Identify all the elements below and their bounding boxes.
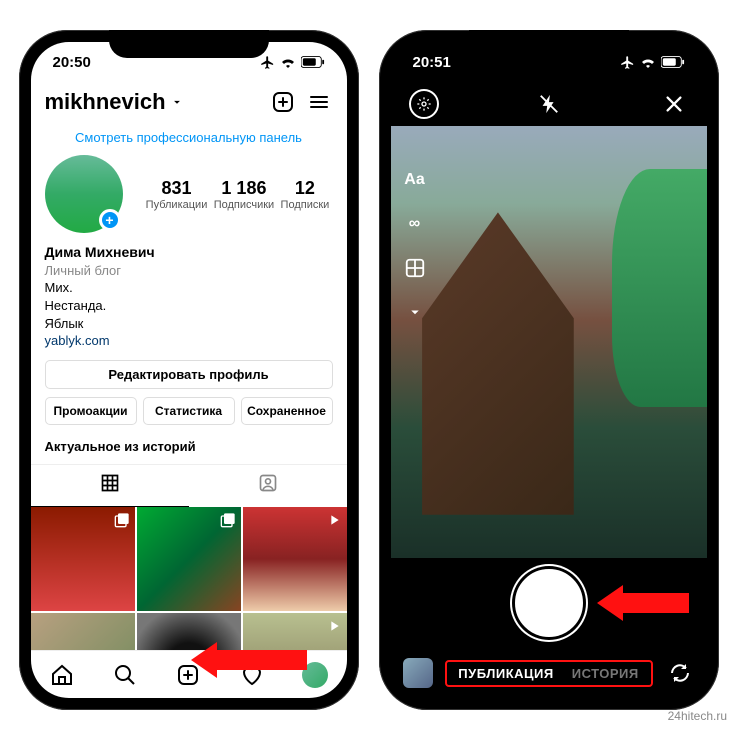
arrow-annotation <box>191 642 307 678</box>
wifi-icon <box>280 56 296 68</box>
posts-grid <box>31 507 347 650</box>
mode-selector[interactable]: ПУБЛИКАЦИЯ ИСТОРИЯ <box>445 660 653 687</box>
battery-icon <box>301 56 325 68</box>
carousel-icon <box>114 512 130 533</box>
airplane-icon <box>260 55 275 70</box>
stat-following-count: 12 <box>281 178 330 199</box>
battery-icon <box>661 56 685 68</box>
promotions-button[interactable]: Промоакции <box>45 397 137 425</box>
flash-off-icon <box>538 93 560 115</box>
flip-camera-icon <box>668 661 692 685</box>
stat-following[interactable]: 12 Подписки <box>281 178 330 211</box>
display-name: Дима Михневич <box>45 243 333 262</box>
stat-following-label: Подписки <box>281 199 330 211</box>
stat-followers[interactable]: 1 186 Подписчики <box>214 178 275 211</box>
more-tools[interactable] <box>401 298 429 326</box>
stat-posts-count: 831 <box>146 178 208 199</box>
status-icons <box>620 55 685 70</box>
text-tool[interactable]: Aa <box>401 166 429 194</box>
username-text: mikhnevich <box>45 89 166 115</box>
shutter-row <box>391 558 707 648</box>
bio-line: Мих. <box>45 279 333 297</box>
stat-posts-label: Публикации <box>146 199 208 211</box>
stat-posts[interactable]: 831 Публикации <box>146 178 208 211</box>
tab-grid[interactable] <box>31 465 189 507</box>
tab-tagged[interactable] <box>189 465 347 507</box>
video-icon <box>326 618 342 639</box>
layout-icon <box>404 257 426 279</box>
bio-line: Яблык <box>45 315 333 333</box>
profile-tabs <box>31 464 347 507</box>
post-thumbnail[interactable] <box>243 507 347 611</box>
video-icon <box>326 512 342 533</box>
airplane-icon <box>620 55 635 70</box>
camera-tools: Aa ∞ <box>401 166 429 326</box>
bio-link[interactable]: yablyk.com <box>45 332 333 350</box>
close-icon <box>663 93 685 115</box>
insights-button[interactable]: Статистика <box>143 397 235 425</box>
edit-profile-button[interactable]: Редактировать профиль <box>45 360 333 389</box>
bio-line: Нестанда. <box>45 297 333 315</box>
grid-icon <box>100 473 120 493</box>
notch <box>109 30 269 58</box>
watermark: 24hitech.ru <box>668 709 727 723</box>
search-icon <box>113 663 137 687</box>
status-icons <box>260 55 325 70</box>
bio-block: Дима Михневич Личный блог Мих. Нестанда.… <box>31 243 347 360</box>
mode-story[interactable]: ИСТОРИЯ <box>572 666 639 681</box>
wifi-icon <box>640 56 656 68</box>
notch <box>469 30 629 58</box>
saved-button[interactable]: Сохраненное <box>241 397 333 425</box>
stat-followers-count: 1 186 <box>214 178 275 199</box>
gallery-thumbnail[interactable] <box>403 658 433 688</box>
nav-search[interactable] <box>112 662 138 688</box>
menu-button[interactable] <box>305 88 333 116</box>
flash-button[interactable] <box>534 89 564 119</box>
settings-button[interactable] <box>409 89 439 119</box>
pro-panel-link[interactable]: Смотреть профессиональную панель <box>31 124 347 155</box>
flip-camera-button[interactable] <box>665 658 695 688</box>
stat-followers-label: Подписчики <box>214 199 275 211</box>
hamburger-icon <box>307 90 331 114</box>
close-button[interactable] <box>659 89 689 119</box>
phone-right: 20:51 <box>379 30 719 710</box>
post-thumbnail[interactable] <box>137 507 241 611</box>
carousel-icon <box>220 512 236 533</box>
nav-home[interactable] <box>49 662 75 688</box>
layout-tool[interactable] <box>401 254 429 282</box>
boomerang-tool[interactable]: ∞ <box>401 210 429 238</box>
profile-stats-row: + 831 Публикации 1 186 Подписчики 12 <box>31 155 347 243</box>
camera-screen: 20:51 <box>391 42 707 698</box>
status-time: 20:51 <box>413 54 451 71</box>
username-dropdown[interactable]: mikhnevich <box>45 89 261 115</box>
post-thumbnail[interactable] <box>31 613 135 650</box>
post-thumbnail[interactable] <box>31 507 135 611</box>
status-time: 20:50 <box>53 54 91 71</box>
shutter-button[interactable] <box>515 569 583 637</box>
highlights-title[interactable]: Актуальное из историй <box>31 435 347 464</box>
phone-left: 20:50 mikhnevich <box>19 30 359 710</box>
avatar[interactable]: + <box>45 155 123 233</box>
profile-screen: 20:50 mikhnevich <box>31 42 347 698</box>
add-story-icon[interactable]: + <box>99 209 121 231</box>
plus-square-icon <box>271 90 295 114</box>
camera-viewfinder[interactable]: Aa ∞ <box>391 126 707 558</box>
chevron-down-icon <box>170 95 184 109</box>
arrow-annotation <box>597 585 689 621</box>
profile-header: mikhnevich <box>31 82 347 124</box>
camera-mode-bar: ПУБЛИКАЦИЯ ИСТОРИЯ <box>391 648 707 698</box>
gear-icon <box>409 89 439 119</box>
chevron-down-icon <box>406 303 424 321</box>
mode-publication[interactable]: ПУБЛИКАЦИЯ <box>458 666 553 681</box>
create-button[interactable] <box>269 88 297 116</box>
category: Личный блог <box>45 262 333 280</box>
tagged-icon <box>258 473 278 493</box>
camera-top-bar <box>391 82 707 126</box>
home-icon <box>50 663 74 687</box>
